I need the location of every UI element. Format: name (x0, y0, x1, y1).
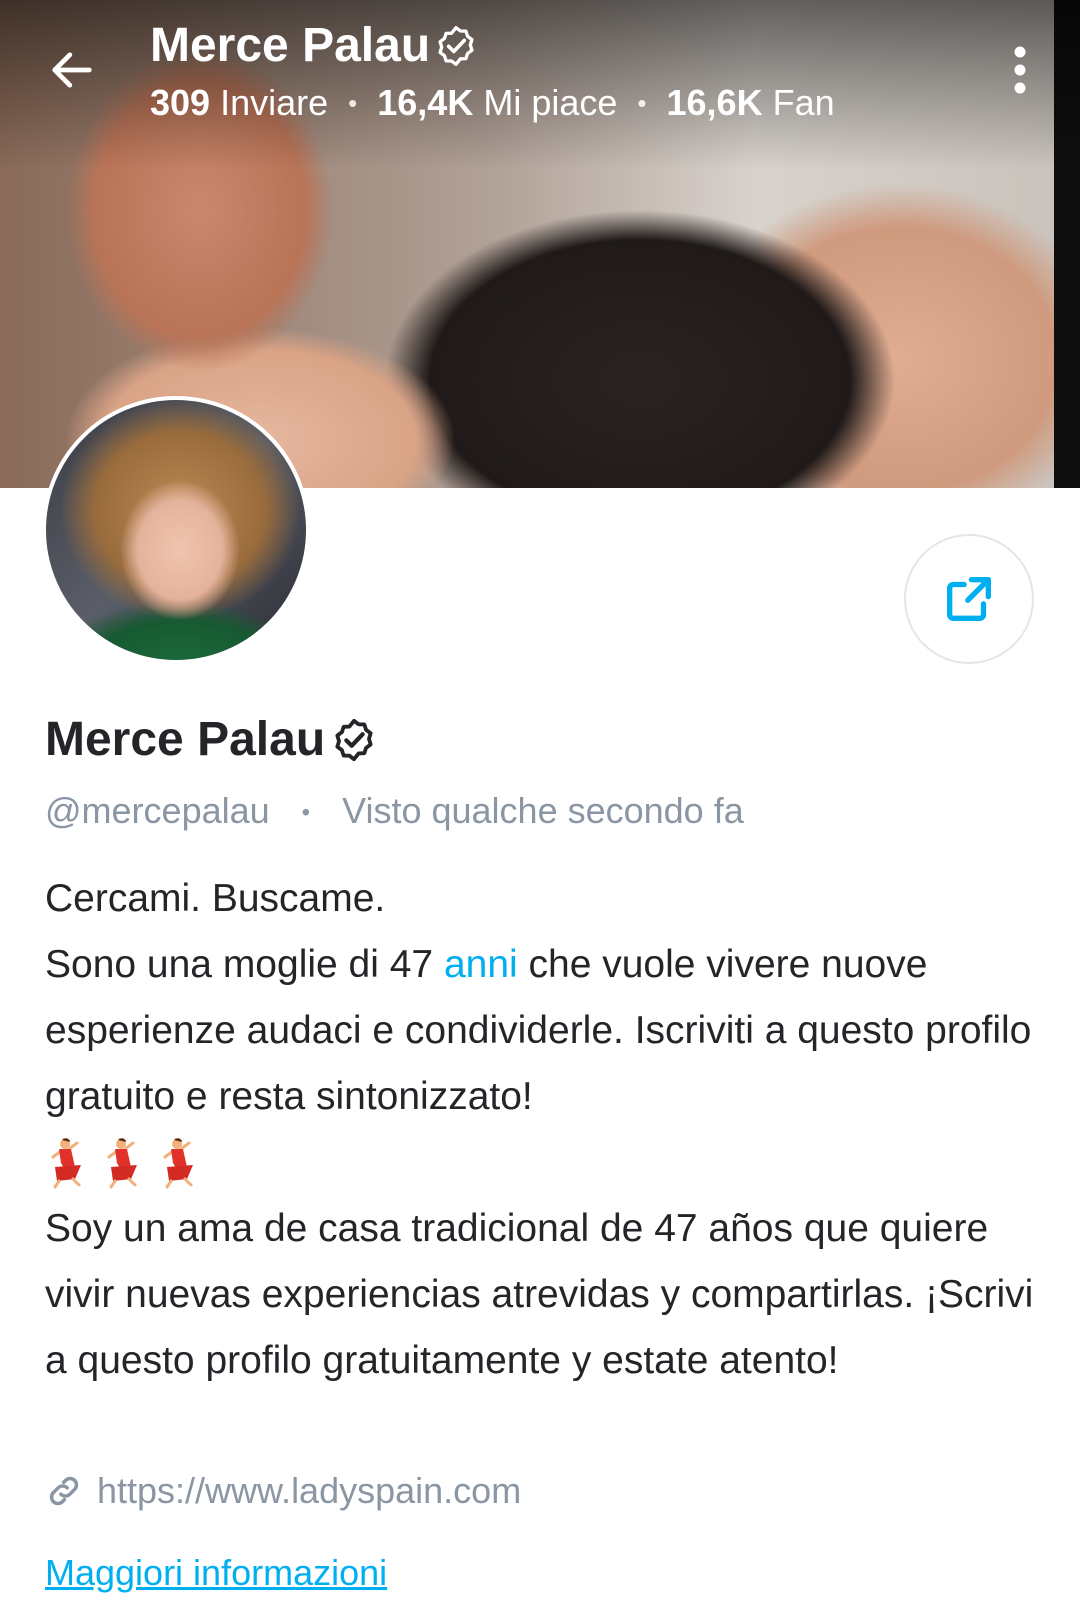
more-info-link[interactable]: Maggiori informazioni (45, 1552, 387, 1594)
top-bar: Merce Palau 309 Inviare • 16,4K Mi piace… (0, 0, 1080, 160)
separator-dot: • (637, 87, 647, 118)
emoji-row (45, 1130, 1045, 1196)
share-icon (947, 577, 991, 621)
last-seen: Visto qualche secondo fa (342, 790, 744, 831)
website-url: https://www.ladyspain.com (97, 1470, 522, 1511)
bio-hashtag-link[interactable]: anni (444, 943, 518, 986)
bio-paragraph-it: Sono una moglie di 47 anni che vuole viv… (45, 932, 1045, 1130)
profile-handle: @mercepalau (45, 790, 270, 831)
posts-count: 309 (150, 82, 211, 123)
dancer-emoji (107, 1138, 137, 1189)
arrow-left-icon (52, 52, 92, 88)
profile-meta: @mercepalau • Visto qualche secondo fa (45, 790, 744, 832)
website-link[interactable]: https://www.ladyspain.com (45, 1470, 521, 1512)
bio-paragraph-es: Soy un ama de casa tradicional de 47 año… (45, 1207, 1034, 1382)
fans-label: Fan (772, 82, 835, 123)
avatar[interactable] (42, 396, 310, 664)
posts-label: Inviare (220, 82, 329, 123)
dancer-emoji (51, 1138, 81, 1189)
verified-badge-icon (335, 718, 373, 761)
more-vertical-icon (1014, 46, 1026, 94)
dancer-emoji (163, 1138, 193, 1189)
header-name: Merce Palau (150, 19, 431, 72)
more-options-button[interactable] (990, 40, 1050, 100)
bio-line: Cercami. Buscame. (45, 877, 386, 920)
profile-bio: Cercami. Buscame. Sono una moglie di 47 … (45, 866, 1045, 1394)
verified-badge-icon (438, 25, 474, 66)
fans-count: 16,6K (666, 82, 763, 123)
likes-count: 16,4K (377, 82, 474, 123)
header-name-row: Merce Palau (150, 18, 478, 73)
header-stats: 309 Inviare • 16,4K Mi piace • 16,6K Fan (150, 82, 835, 124)
share-button[interactable] (904, 534, 1034, 664)
separator-dot: • (348, 87, 358, 118)
profile-name-row: Merce Palau (45, 712, 377, 767)
link-icon (49, 1476, 79, 1506)
profile-name: Merce Palau (45, 713, 326, 766)
bio-text: Sono una moglie di 47 (45, 943, 444, 986)
separator-dot: • (301, 799, 311, 827)
back-button[interactable] (42, 40, 102, 100)
likes-label: Mi piace (483, 82, 618, 123)
